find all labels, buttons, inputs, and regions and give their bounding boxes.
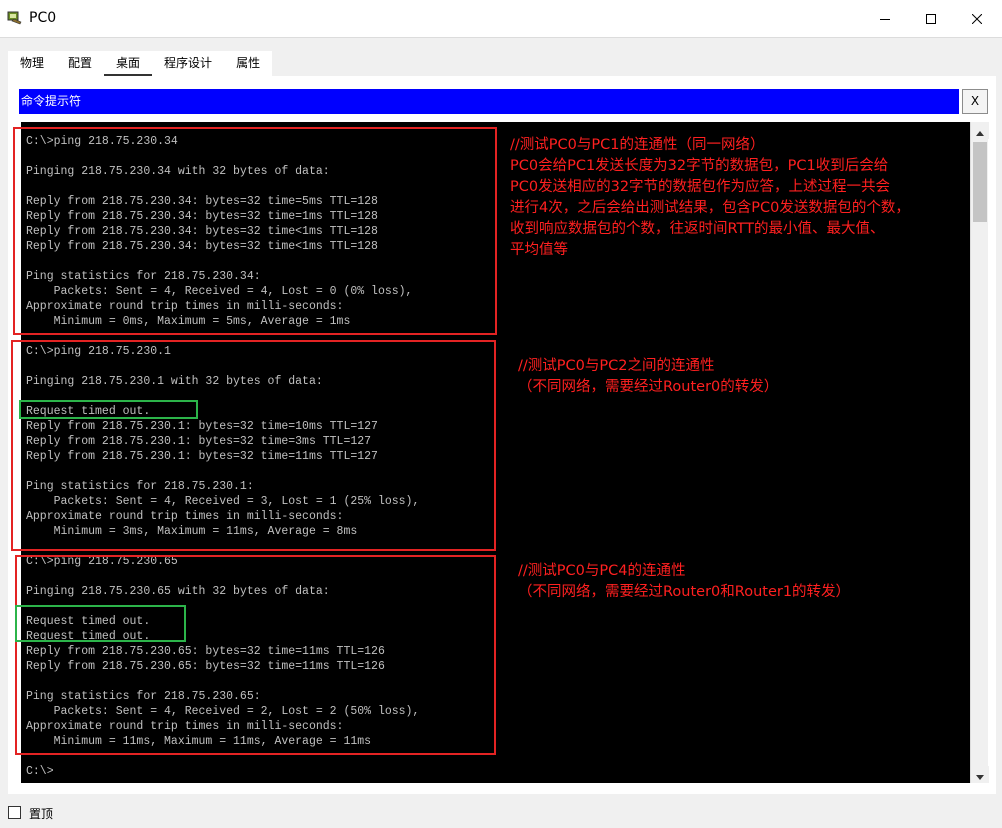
- maximize-icon: [926, 14, 936, 24]
- tab-bar: 物理 配置 桌面 程序设计 属性: [8, 51, 273, 76]
- annotation-line: //测试PC0与PC1的连通性（同一网络）: [510, 137, 765, 153]
- always-on-top-label: 置顶: [29, 807, 54, 821]
- scroll-down-button[interactable]: [971, 766, 989, 783]
- window-title: PC0: [29, 10, 57, 26]
- chevron-down-icon: [976, 765, 984, 784]
- annotation-line: 收到响应数据包的个数，往返时间RTT的最小值、最大值、: [510, 221, 885, 237]
- annotation-pc1: //测试PC0与PC1的连通性（同一网络） PC0会给PC1发送长度为32字节的…: [510, 135, 910, 261]
- ping-pc2-highlight-box: [11, 340, 496, 551]
- timeout-highlight-box: [19, 400, 198, 419]
- minimize-icon: [880, 14, 890, 24]
- annotation-pc4: //测试PC0与PC4的连通性 （不同网络，需要经过Router0和Router…: [518, 561, 850, 603]
- scroll-thumb[interactable]: [973, 142, 987, 222]
- ping-pc1-highlight-box: [13, 127, 497, 335]
- tab-attributes[interactable]: 属性: [224, 51, 272, 76]
- annotation-line: （不同网络，需要经过Router0的转发）: [518, 379, 779, 395]
- annotation-line: （不同网络，需要经过Router0和Router1的转发）: [518, 584, 851, 600]
- maximize-button[interactable]: [908, 0, 954, 38]
- annotation-line: PC0会给PC1发送长度为32字节的数据包，PC1收到后会给: [510, 158, 889, 174]
- chevron-up-icon: [976, 121, 984, 140]
- annotation-line: //测试PC0与PC2之间的连通性: [518, 358, 715, 374]
- tab-physical[interactable]: 物理: [8, 51, 56, 76]
- computer-icon: [7, 10, 23, 26]
- command-prompt-header: 命令提示符: [19, 89, 959, 114]
- terminal-scrollbar[interactable]: [970, 122, 989, 783]
- annotation-line: //测试PC0与PC4的连通性: [518, 563, 686, 579]
- tab-programming[interactable]: 程序设计: [152, 51, 224, 76]
- timeout-highlight-box: [15, 605, 186, 642]
- annotation-line: 平均值等: [510, 242, 568, 258]
- minimize-button[interactable]: [862, 0, 908, 38]
- annotation-line: PC0发送相应的32字节的数据包作为应答，上述过程一共会: [510, 179, 891, 195]
- close-icon: [972, 14, 982, 24]
- tab-desktop[interactable]: 桌面: [104, 51, 153, 76]
- always-on-top-checkbox[interactable]: [8, 806, 21, 819]
- annotation-line: 进行4次，之后会给出测试结果，包含PC0发送数据包的个数，: [510, 200, 910, 216]
- close-button[interactable]: [954, 0, 1000, 38]
- tab-config[interactable]: 配置: [56, 51, 104, 76]
- ping-pc4-highlight-box: [15, 555, 496, 755]
- command-prompt-close-button[interactable]: X: [962, 89, 988, 114]
- scroll-up-button[interactable]: [971, 122, 989, 139]
- annotation-pc2: //测试PC0与PC2之间的连通性 （不同网络，需要经过Router0的转发）: [518, 356, 778, 398]
- footer-bar: [0, 797, 1002, 828]
- title-bar: PC0: [0, 0, 1002, 38]
